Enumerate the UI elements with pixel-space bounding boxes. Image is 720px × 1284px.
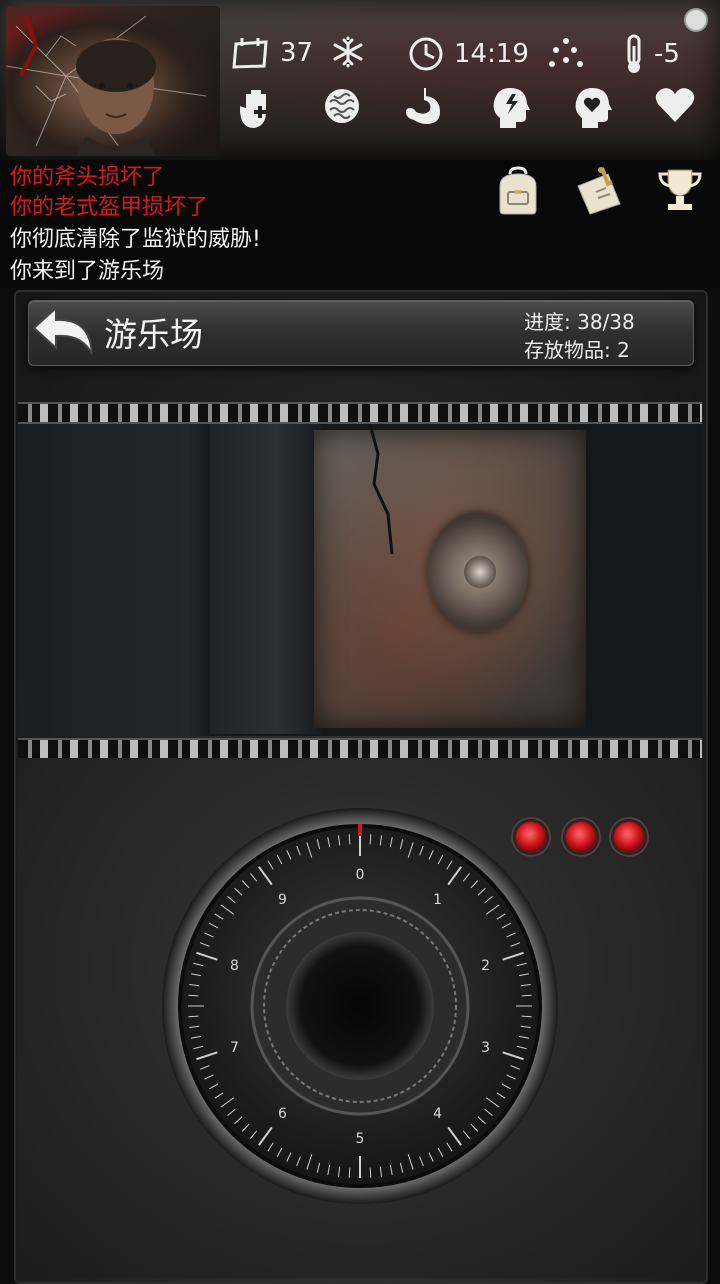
- storage-value: 2: [617, 338, 630, 362]
- time-value: 14:19: [454, 39, 529, 69]
- film-strip-top: [18, 402, 702, 424]
- day-counter: 37: [232, 36, 313, 70]
- brain-icon[interactable]: [322, 86, 362, 126]
- location-title: 游乐场: [104, 315, 203, 354]
- snow-weather-icon: [549, 38, 583, 67]
- mood-head-icon[interactable]: [572, 86, 612, 128]
- weather-indicator: [548, 36, 584, 70]
- dial-tick: [348, 1167, 351, 1178]
- thermometer-icon: [627, 34, 641, 73]
- indicator-light: [566, 822, 596, 852]
- film-strip-bottom: [18, 738, 702, 760]
- day-value: 37: [280, 38, 314, 68]
- hand-health-icon[interactable]: [240, 86, 280, 130]
- stomach-icon[interactable]: [404, 86, 444, 126]
- dial-tick: [521, 1015, 532, 1018]
- clock-icon: [409, 37, 443, 71]
- progress-value: 38/38: [577, 310, 635, 334]
- dial-tick: [188, 994, 199, 997]
- dial-number: 1: [433, 892, 442, 908]
- back-arrow-icon[interactable]: [30, 306, 96, 358]
- storage-label: 存放物品:: [524, 338, 611, 362]
- dial-marker: [358, 824, 362, 836]
- log-line: 你彻底清除了监狱的威胁!: [10, 227, 261, 252]
- character-portrait[interactable]: [6, 6, 220, 156]
- dial-number: 3: [481, 1040, 490, 1056]
- combination-dial[interactable]: 0 1 2 3 4 5 6 7 8 9: [160, 806, 560, 1206]
- dial-number: 7: [230, 1040, 239, 1056]
- energy-head-icon[interactable]: [490, 86, 530, 128]
- dial-center-hole: [286, 932, 434, 1080]
- season-indicator: [332, 36, 364, 68]
- dial-number: 5: [356, 1131, 365, 1147]
- status-bar: 37 14:19 -5: [0, 0, 720, 163]
- safe-side: [210, 424, 322, 734]
- temperature-value: -5: [654, 39, 680, 69]
- log-line: 你来到了游乐场: [10, 259, 165, 284]
- backpack-icon[interactable]: [494, 166, 542, 216]
- dial-number: 8: [230, 958, 239, 974]
- dial-tick: [521, 994, 532, 997]
- safe-knob: [428, 512, 528, 632]
- time-display: 14:19: [408, 36, 529, 72]
- dial-number: 4: [433, 1106, 442, 1122]
- log-line: 你的老式盔甲损坏了: [10, 195, 209, 220]
- log-line: 你的斧头损坏了: [10, 165, 165, 190]
- heart-icon[interactable]: [654, 86, 696, 124]
- dial-number: 6: [278, 1106, 287, 1122]
- calendar-icon: [232, 38, 268, 69]
- dial-number: 2: [481, 958, 490, 974]
- notes-icon[interactable]: [574, 166, 624, 216]
- dial-tick: [369, 834, 372, 845]
- snowflake-icon: [333, 36, 363, 68]
- close-icon[interactable]: [684, 8, 708, 32]
- broken-glass-decoration: [6, 15, 207, 156]
- dial-tick: [348, 834, 351, 845]
- dial-number: 0: [356, 867, 365, 883]
- temperature-display: -5: [624, 34, 680, 74]
- safe-scene-image: [18, 424, 702, 736]
- door-crack-decoration: [368, 424, 394, 555]
- dial-tick: [369, 1167, 372, 1178]
- progress-label: 进度:: [524, 310, 571, 334]
- trophy-icon[interactable]: [656, 166, 704, 214]
- location-progress: 进度: 38/38 存放物品: 2: [524, 308, 635, 364]
- dial-number: 9: [278, 892, 287, 908]
- indicator-light: [614, 822, 644, 852]
- dial-tick: [188, 1015, 199, 1018]
